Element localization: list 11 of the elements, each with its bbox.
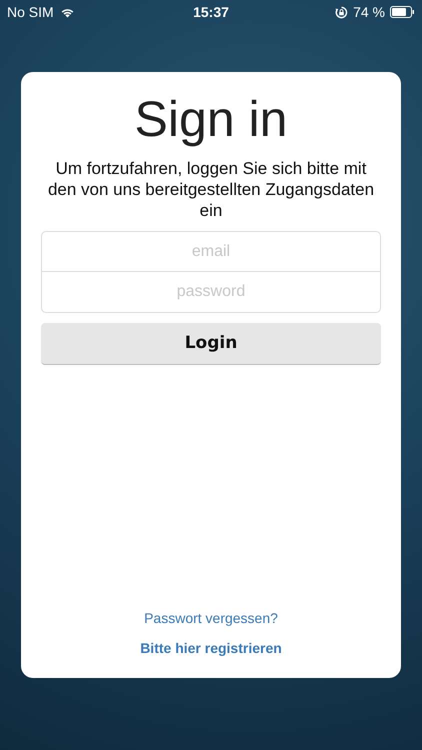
clock-label: 15:37: [193, 2, 229, 22]
text-link[interactable]: Passwort vergessen?: [144, 608, 278, 628]
battery-percent: 74 %: [353, 2, 385, 22]
battery-icon: [390, 6, 415, 18]
carrier-label: No SIM: [7, 2, 54, 22]
login-button[interactable]: Login: [41, 323, 381, 365]
title: Sign in: [134, 90, 288, 149]
text-link[interactable]: Bitte hier registrieren: [140, 638, 282, 658]
subtitle: Um fortzufahren, loggen Sie sich bitte mit den von uns bereitgestellten Zugangsdaten ein: [46, 158, 376, 221]
wifi-icon: [60, 6, 75, 18]
rotation-lock-icon: [335, 6, 348, 18]
